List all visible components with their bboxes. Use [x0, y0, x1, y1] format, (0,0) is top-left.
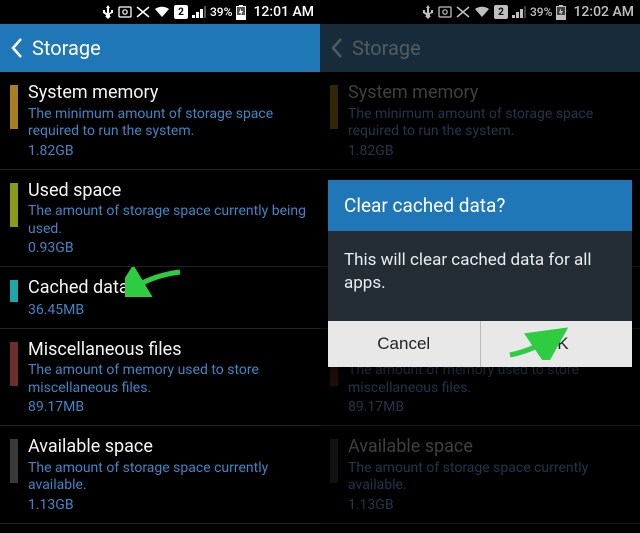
color-indicator [10, 280, 18, 302]
dialog-buttons: Cancel OK [328, 321, 632, 367]
phone-right: 2 39% 12:02 AM Storage System memoryThe … [320, 0, 640, 533]
item-title: System memory [28, 82, 306, 105]
storage-item[interactable]: Miscellaneous filesThe amount of memory … [0, 329, 320, 427]
item-title: System memory [348, 82, 626, 105]
status-icons: 2 39% 12:01 AM [102, 4, 314, 20]
signal-icon [192, 6, 206, 18]
storage-item[interactable]: Cached data 36.45MB [0, 267, 320, 329]
status-bar: 2 39% 12:02 AM [320, 0, 640, 24]
item-title: Miscellaneous files [28, 339, 306, 362]
item-description: The amount of memory used to store misce… [28, 362, 306, 397]
usb-icon [102, 5, 114, 19]
color-indicator [10, 183, 18, 227]
storage-item[interactable]: System memoryThe minimum amount of stora… [0, 72, 320, 170]
item-value: 36.45MB [28, 302, 306, 318]
dialog-body: This will clear cached data for all apps… [328, 231, 632, 321]
back-icon [330, 37, 344, 59]
item-title: Used space [28, 180, 306, 203]
color-indicator [10, 85, 18, 129]
header-title: Storage [32, 36, 101, 60]
item-description: The minimum amount of storage space requ… [28, 106, 306, 141]
item-value: 0.93GB [28, 240, 306, 256]
storage-item[interactable]: Used spaceThe amount of storage space cu… [0, 170, 320, 268]
header: Storage [0, 24, 320, 72]
item-title: Available space [28, 436, 306, 459]
no-signal-icon [136, 6, 150, 18]
clock: 12:01 AM [253, 4, 314, 20]
item-title: Cached data [28, 277, 306, 300]
item-value: 1.82GB [348, 143, 626, 159]
wifi-icon [154, 6, 170, 18]
dialog-title: Clear cached data? [328, 180, 632, 231]
item-value: 89.17MB [28, 399, 306, 415]
clear-cache-dialog: Clear cached data? This will clear cache… [328, 180, 632, 367]
battery-icon [556, 5, 566, 20]
phone-left: 2 39% 12:01 AM Storage System memoryThe … [0, 0, 320, 533]
color-indicator [330, 85, 338, 129]
sim-badge: 2 [174, 5, 188, 19]
cancel-button[interactable]: Cancel [328, 321, 480, 367]
screenshot-icon [438, 5, 452, 19]
storage-item: System memoryThe minimum amount of stora… [320, 72, 640, 170]
item-title: Available space [348, 436, 626, 459]
header-title: Storage [352, 36, 421, 60]
item-description: The amount of storage space currently av… [28, 460, 306, 495]
screenshot-icon [118, 5, 132, 19]
signal-icon [512, 6, 526, 18]
item-description: The amount of storage space currently av… [348, 460, 626, 495]
wifi-icon [474, 6, 490, 18]
color-indicator [10, 342, 18, 386]
header: Storage [320, 24, 640, 72]
battery-percent: 39% [530, 5, 552, 19]
ok-button[interactable]: OK [480, 321, 633, 367]
status-bar: 2 39% 12:01 AM [0, 0, 320, 24]
no-signal-icon [456, 6, 470, 18]
item-description: The amount of memory used to store misce… [348, 362, 626, 397]
item-value: 1.13GB [348, 497, 626, 513]
item-description: The minimum amount of storage space requ… [348, 106, 626, 141]
item-value: 89.17MB [348, 399, 626, 415]
item-description: The amount of storage space currently be… [28, 203, 306, 238]
storage-item[interactable]: Available spaceThe amount of storage spa… [0, 426, 320, 524]
color-indicator [10, 439, 18, 483]
clock: 12:02 AM [573, 4, 634, 20]
sim-badge: 2 [494, 5, 508, 19]
item-value: 1.82GB [28, 143, 306, 159]
item-value: 1.13GB [28, 497, 306, 513]
storage-item: Available spaceThe amount of storage spa… [320, 426, 640, 524]
battery-percent: 39% [210, 5, 232, 19]
usb-icon [422, 5, 434, 19]
battery-icon [236, 5, 246, 20]
color-indicator [330, 439, 338, 483]
storage-list: System memoryThe minimum amount of stora… [0, 72, 320, 524]
back-icon[interactable] [10, 37, 24, 59]
status-icons: 2 39% 12:02 AM [422, 4, 634, 20]
